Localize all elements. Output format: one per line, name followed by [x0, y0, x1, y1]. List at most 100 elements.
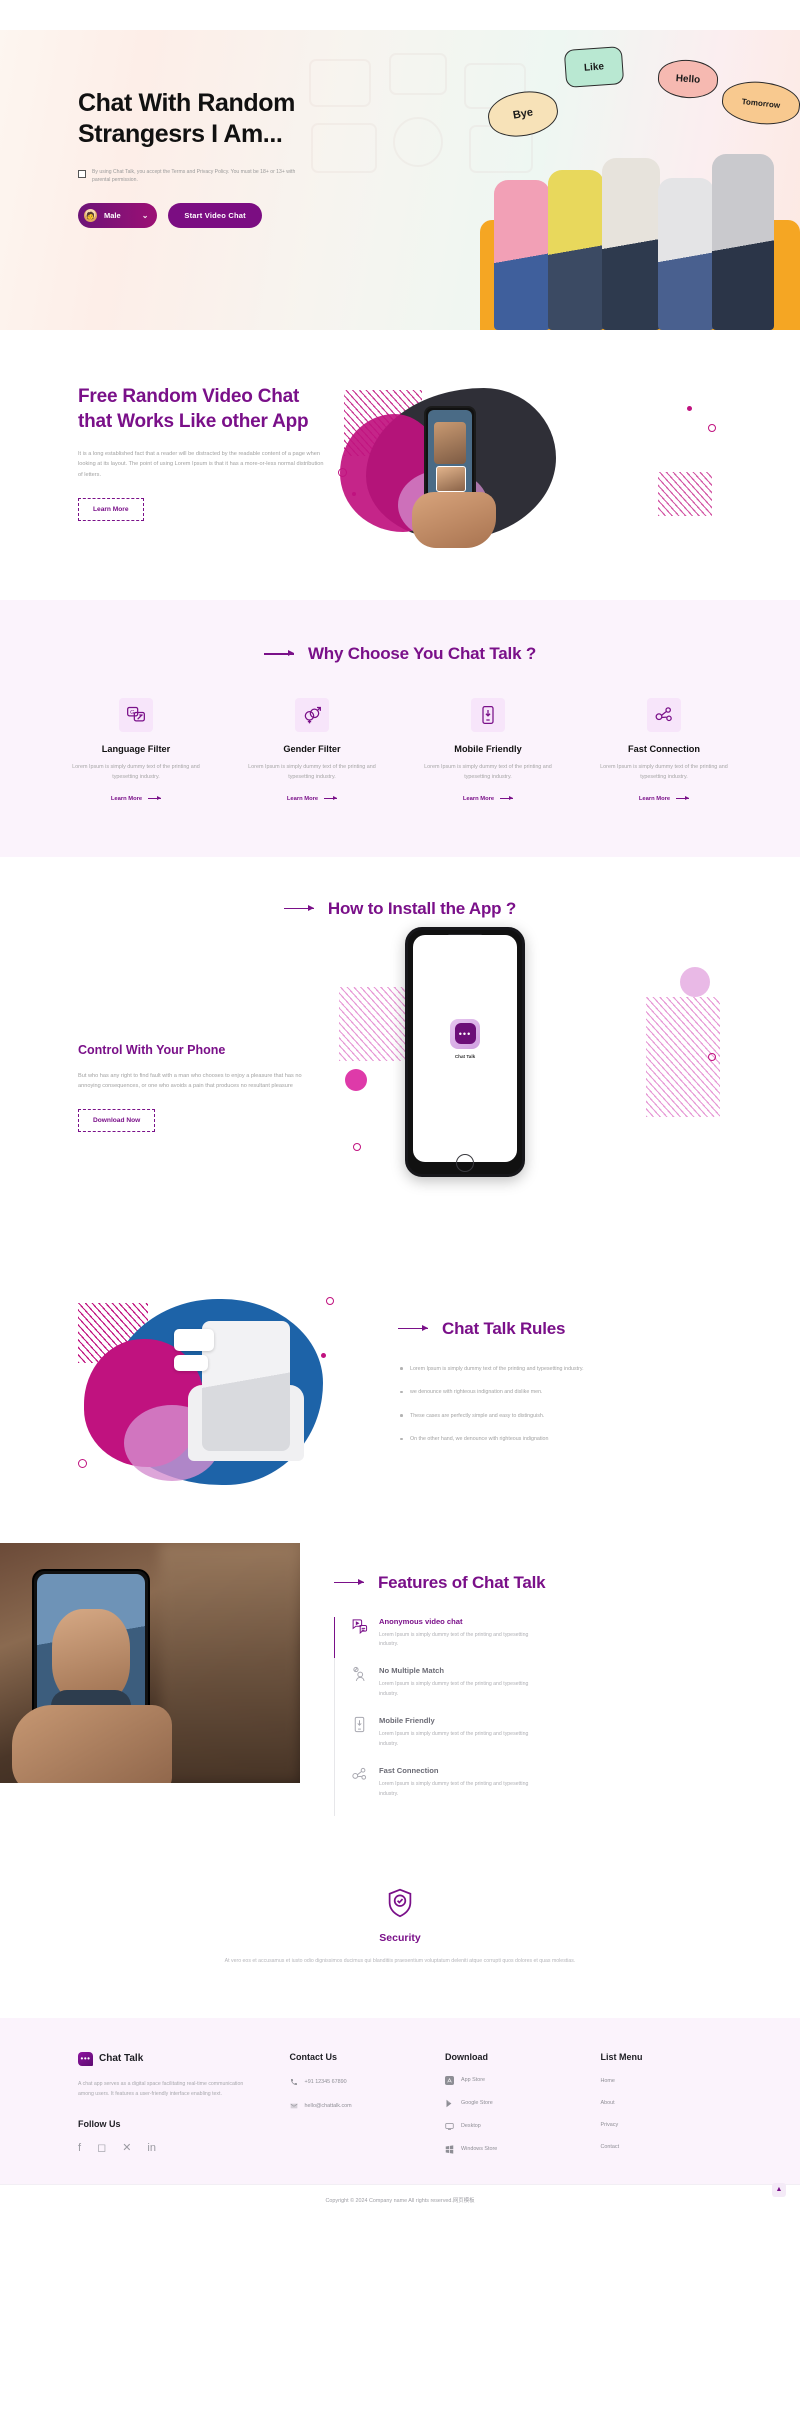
- consent-row[interactable]: By using Chat Talk, you accept the Terms…: [78, 168, 296, 186]
- list-item: Lorem Ipsum is simply dummy text of the …: [398, 1365, 722, 1375]
- facebook-icon[interactable]: f: [78, 2142, 81, 2154]
- free-section-title: Free Random Video Chat that Works Like o…: [78, 386, 309, 433]
- why-card-learn-more[interactable]: Learn More: [462, 795, 514, 802]
- install-body: Control With Your Phone But who has any …: [0, 919, 800, 1217]
- why-card-mobile-friendly: Mobile Friendly Lorem Ipsum is simply du…: [413, 698, 563, 805]
- person-on-chair: [202, 1320, 290, 1451]
- why-choose-heading: Why Choose You Chat Talk ?: [0, 644, 800, 664]
- free-text-column: Free Random Video Chat that Works Like o…: [78, 384, 328, 554]
- menu-link-privacy[interactable]: Privacy: [601, 2122, 722, 2128]
- menu-link-home[interactable]: Home: [601, 2078, 722, 2084]
- instagram-icon[interactable]: ◻: [97, 2142, 106, 2154]
- why-card-title: Mobile Friendly: [454, 744, 522, 754]
- consent-text: By using Chat Talk, you accept the Terms…: [92, 168, 296, 184]
- app-tile[interactable]: ••• Chat Talk: [450, 1018, 480, 1059]
- gender-select-button[interactable]: 🧑 Male ⌄: [78, 203, 158, 229]
- contact-us-heading: Contact Us: [289, 2051, 338, 2062]
- feature-item-anonymous-video-chat[interactable]: Anonymous video chat Lorem Ipsum is simp…: [333, 1616, 760, 1667]
- list-menu-heading: List Menu: [600, 2051, 643, 2062]
- feature-title: Fast Connection: [379, 1765, 439, 1775]
- gender-select-label: Male: [104, 211, 121, 221]
- free-illustration: [338, 384, 722, 554]
- feature-title: Anonymous video chat: [379, 1616, 463, 1626]
- learn-more-button[interactable]: Learn More: [78, 498, 144, 522]
- why-card-gender-filter: Gender Filter Lorem Ipsum is simply dumm…: [237, 698, 387, 805]
- learn-more-label: Learn More: [462, 795, 495, 802]
- footer-logo[interactable]: ••• Chat Talk: [78, 2051, 256, 2066]
- why-card-learn-more[interactable]: Learn More: [111, 796, 162, 802]
- menu-link-contact[interactable]: Contact: [601, 2144, 722, 2150]
- hero-section: Bye Like Hello Tomorrow Chat With Random…: [0, 0, 800, 330]
- home-button[interactable]: [456, 1153, 474, 1172]
- network-icon: [647, 698, 681, 732]
- list-item: On the other hand, we denounce with righ…: [398, 1435, 722, 1445]
- chat-bubble-icon: •••: [78, 2051, 93, 2066]
- free-random-video-section: Free Random Video Chat that Works Like o…: [0, 330, 800, 600]
- rules-list: Lorem Ipsum is simply dummy text of the …: [398, 1365, 722, 1445]
- deco-ring-1: [338, 468, 347, 477]
- why-card-fast-connection: Fast Connection Lorem Ipsum is simply du…: [589, 698, 739, 805]
- contact-phone[interactable]: +91 12345 67890: [290, 2078, 411, 2086]
- install-heading: How to Install the App ?: [0, 899, 800, 919]
- install-illustration: ••• Chat Talk: [333, 926, 722, 1217]
- menu-link-about[interactable]: About: [601, 2100, 722, 2106]
- free-section-body: It is a long established fact that a rea…: [78, 450, 324, 479]
- features-photo: [0, 1542, 300, 1783]
- feature-item-fast-connection[interactable]: Fast Connection Lorem Ipsum is simply du…: [335, 1766, 760, 1816]
- why-choose-section: Why Choose You Chat Talk ? G Language Fi…: [0, 600, 800, 857]
- start-video-chat-button[interactable]: Start Video Chat: [168, 203, 262, 229]
- install-title: How to Install the App ?: [327, 898, 517, 918]
- app-icon: •••: [450, 1018, 480, 1049]
- linkedin-icon[interactable]: in: [147, 2142, 156, 2154]
- hatch-pattern-right: [658, 472, 712, 516]
- security-title: Security: [379, 1931, 421, 1944]
- scroll-to-top-button[interactable]: ▲: [772, 2182, 786, 2197]
- google-play-icon: [446, 2099, 452, 2107]
- feature-title: No Multiple Match: [379, 1666, 444, 1676]
- features-title: Features of Chat Talk: [378, 1572, 546, 1592]
- arrow-right-icon: [324, 795, 338, 800]
- x-twitter-icon[interactable]: ✕: [122, 2142, 131, 2154]
- rules-heading: Chat Talk Rules: [398, 1319, 722, 1339]
- video-chat-icon: [349, 1617, 369, 1637]
- download-link-windows-store[interactable]: Windows Store: [445, 2145, 566, 2154]
- deco-ring-1: [708, 1052, 716, 1061]
- why-card-title: Gender Filter: [283, 744, 341, 754]
- feature-desc: Lorem Ipsum is simply dummy text of the …: [379, 1681, 529, 1698]
- mobile-check-icon: [349, 1716, 369, 1736]
- download-link-google-store[interactable]: Google Store: [445, 2099, 566, 2108]
- contact-email[interactable]: hello@chattalk.com: [290, 2102, 411, 2110]
- why-card-learn-more[interactable]: Learn More: [287, 795, 338, 802]
- arrow-right-icon: [283, 903, 314, 912]
- deco-ring-1: [78, 1458, 87, 1468]
- copyright-bar: Copyright © 2024 Company name All rights…: [0, 2182, 800, 2215]
- consent-checkbox[interactable]: [78, 169, 86, 178]
- why-card-desc: Lorem Ipsum is simply dummy text of the …: [424, 764, 552, 781]
- copyright-text: Copyright © 2024 Company name All rights…: [325, 2197, 475, 2204]
- how-to-install-section: How to Install the App ? Control With Yo…: [0, 856, 800, 1257]
- deco-ring-2: [353, 1142, 361, 1151]
- phone-mockup: ••• Chat Talk: [405, 926, 525, 1177]
- deco-ring-2: [708, 424, 716, 432]
- why-card-title: Language Filter: [101, 744, 171, 754]
- footer-about-text: A chat app serves as a digital space fac…: [78, 2080, 244, 2097]
- features-items: Anonymous video chat Lorem Ipsum is simp…: [333, 1616, 760, 1816]
- download-label: Google Store: [461, 2100, 493, 2107]
- windows-icon: [445, 2145, 454, 2154]
- feature-item-no-multiple-match[interactable]: No Multiple Match Lorem Ipsum is simply …: [335, 1666, 760, 1716]
- deco-ring-2: [326, 1296, 334, 1305]
- download-link-desktop[interactable]: Desktop: [445, 2122, 566, 2131]
- why-choose-grid: G Language Filter Lorem Ipsum is simply …: [0, 698, 800, 805]
- why-card-learn-more[interactable]: Learn More: [639, 796, 690, 802]
- install-subheading: Control With Your Phone: [78, 1042, 226, 1057]
- phone-screen: ••• Chat Talk: [413, 934, 517, 1162]
- desktop-icon: [445, 2122, 454, 2130]
- feature-item-mobile-friendly[interactable]: Mobile Friendly Lorem Ipsum is simply du…: [335, 1716, 760, 1766]
- download-now-button[interactable]: Download Now: [78, 1109, 156, 1133]
- install-body-text: But who has any right to find fault with…: [78, 1072, 302, 1090]
- app-store-icon: [445, 2075, 455, 2085]
- arrow-right-icon: [334, 1577, 364, 1586]
- download-label: App Store: [461, 2077, 486, 2084]
- feature-desc: Lorem Ipsum is simply dummy text of the …: [379, 1731, 529, 1747]
- download-link-app-store[interactable]: App Store: [445, 2075, 566, 2085]
